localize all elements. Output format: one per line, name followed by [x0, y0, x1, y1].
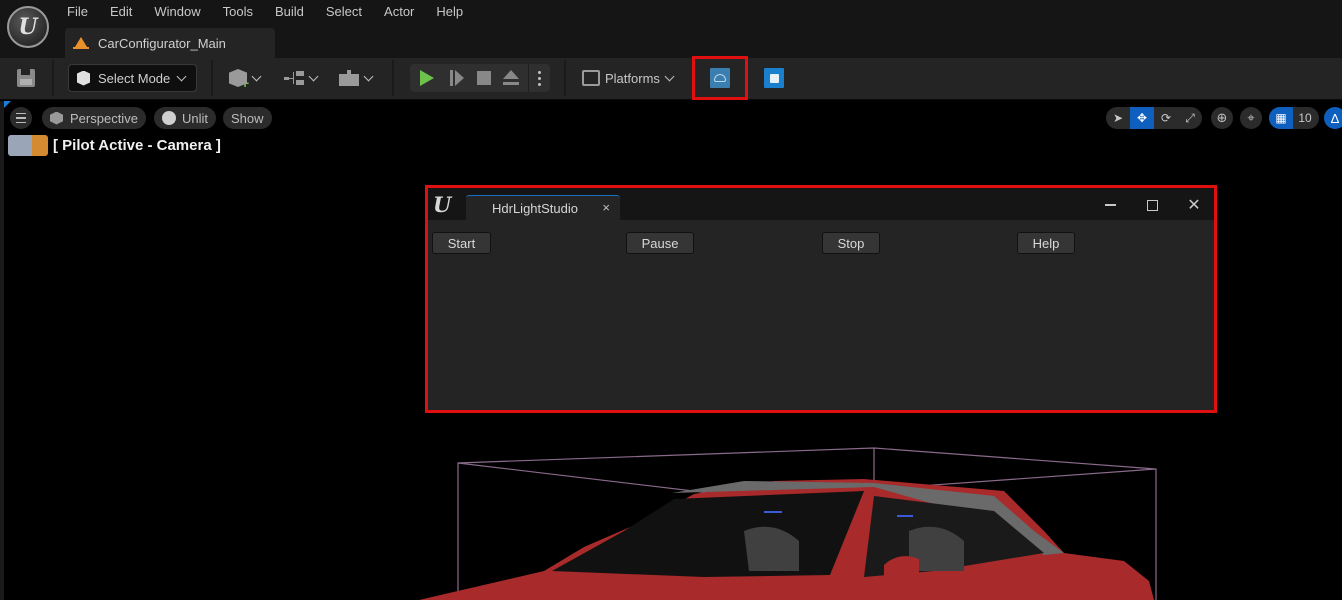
play-controls [410, 64, 550, 92]
add-actor-icon [229, 69, 247, 87]
platforms-label: Platforms [605, 70, 660, 86]
menu-bar: U File Edit Window Tools Build Select Ac… [0, 0, 1342, 58]
select-mode-dropdown[interactable]: Select Mode [68, 64, 197, 92]
rotate-icon[interactable]: ⟳ [1154, 107, 1178, 129]
plugin-tab[interactable]: HdrLightStudio × [466, 195, 620, 220]
select-mode-label: Select Mode [98, 70, 171, 86]
plugin-tab-label: HdrLightStudio [492, 200, 578, 216]
grid-snap-value[interactable]: 10 [1293, 107, 1317, 129]
chevron-down-icon [308, 71, 319, 81]
select-mode-icon [77, 70, 90, 86]
document-tab[interactable]: CarConfigurator_Main [65, 28, 275, 58]
chevron-down-icon [664, 71, 675, 81]
play-icon[interactable] [420, 70, 434, 86]
blueprint-icon [284, 71, 306, 85]
chevron-down-icon [176, 71, 187, 81]
cinematics-button[interactable] [339, 66, 374, 90]
view-mode-button[interactable]: Unlit [154, 107, 217, 129]
show-button[interactable]: Show [223, 107, 272, 129]
cube-icon [50, 111, 63, 125]
add-actor-button[interactable]: + [229, 66, 262, 91]
maximize-icon[interactable] [1143, 196, 1161, 214]
clapperboard-icon [339, 70, 359, 86]
toolbar-divider [52, 60, 54, 96]
menu-file[interactable]: File [67, 4, 96, 20]
blueprint-button[interactable] [284, 66, 319, 90]
stop-button[interactable]: Stop [822, 232, 880, 254]
stop-icon[interactable] [477, 71, 491, 85]
platforms-dropdown[interactable]: Platforms [582, 66, 675, 90]
document-tab-label: CarConfigurator_Main [98, 35, 226, 51]
eject-icon[interactable] [502, 70, 520, 86]
hdr-light-studio-window: U HdrLightStudio × ✕ Start Pause Stop He… [425, 185, 1217, 413]
translate-icon[interactable]: ✥ [1130, 107, 1154, 129]
level-icon [73, 37, 89, 49]
start-button[interactable]: Start [432, 232, 491, 254]
pilot-indicator: [ Pilot Active - Camera ] [8, 134, 221, 156]
menu-select[interactable]: Select [326, 4, 370, 20]
chevron-down-icon [251, 71, 262, 81]
car-body [419, 479, 1154, 600]
perspective-button[interactable]: Perspective [42, 107, 146, 129]
perspective-label: Perspective [70, 110, 138, 126]
unlit-icon [162, 111, 176, 125]
close-window-icon[interactable]: ✕ [1185, 196, 1203, 214]
main-toolbar: Select Mode + Platforms [0, 58, 1342, 100]
plugin-title-bar[interactable]: U HdrLightStudio × ✕ [428, 188, 1214, 220]
help-button[interactable]: Help [1017, 232, 1075, 254]
toolbar-divider [211, 60, 213, 96]
select-icon[interactable]: ➤ [1106, 107, 1130, 129]
more-options-icon[interactable] [528, 64, 550, 92]
pause-button[interactable]: Pause [626, 232, 694, 254]
menu-window[interactable]: Window [154, 4, 208, 20]
main-menu: File Edit Window Tools Build Select Acto… [67, 4, 485, 20]
hdr-light-studio-icon[interactable] [710, 68, 730, 88]
unlit-label: Unlit [182, 110, 209, 126]
viewport-options-button[interactable] [10, 107, 32, 129]
save-icon[interactable] [17, 69, 35, 87]
transform-tools: ➤ ✥ ⟳ ⤢ [1106, 107, 1202, 129]
toolbar-divider [392, 60, 394, 96]
grid-snap-icon[interactable]: ▦ [1269, 107, 1293, 129]
bridge-icon[interactable] [764, 68, 784, 88]
menu-tools[interactable]: Tools [223, 4, 261, 20]
menu-edit[interactable]: Edit [110, 4, 140, 20]
eject-pilot-icon[interactable] [8, 134, 48, 156]
chevron-down-icon [363, 71, 374, 81]
show-label: Show [231, 110, 264, 126]
menu-actor[interactable]: Actor [384, 4, 422, 20]
close-tab-icon[interactable]: × [602, 200, 610, 215]
grid-snap-group: ▦ 10 [1269, 107, 1319, 129]
angle-snap-icon[interactable]: ∆ [1324, 107, 1342, 129]
menu-help[interactable]: Help [436, 4, 471, 20]
gamepad-icon [582, 70, 600, 86]
toolbar-divider [564, 60, 566, 96]
surface-snap-icon[interactable]: ⌖ [1240, 107, 1262, 129]
unreal-logo-icon: U [433, 192, 452, 217]
pilot-label: [ Pilot Active - Camera ] [53, 136, 221, 154]
menu-build[interactable]: Build [275, 4, 312, 20]
world-local-icon[interactable]: ⊕ [1211, 107, 1233, 129]
step-icon[interactable] [450, 70, 464, 86]
scale-icon[interactable]: ⤢ [1178, 107, 1202, 129]
unreal-logo-icon[interactable]: U [7, 6, 49, 48]
minimize-icon[interactable] [1101, 196, 1119, 214]
